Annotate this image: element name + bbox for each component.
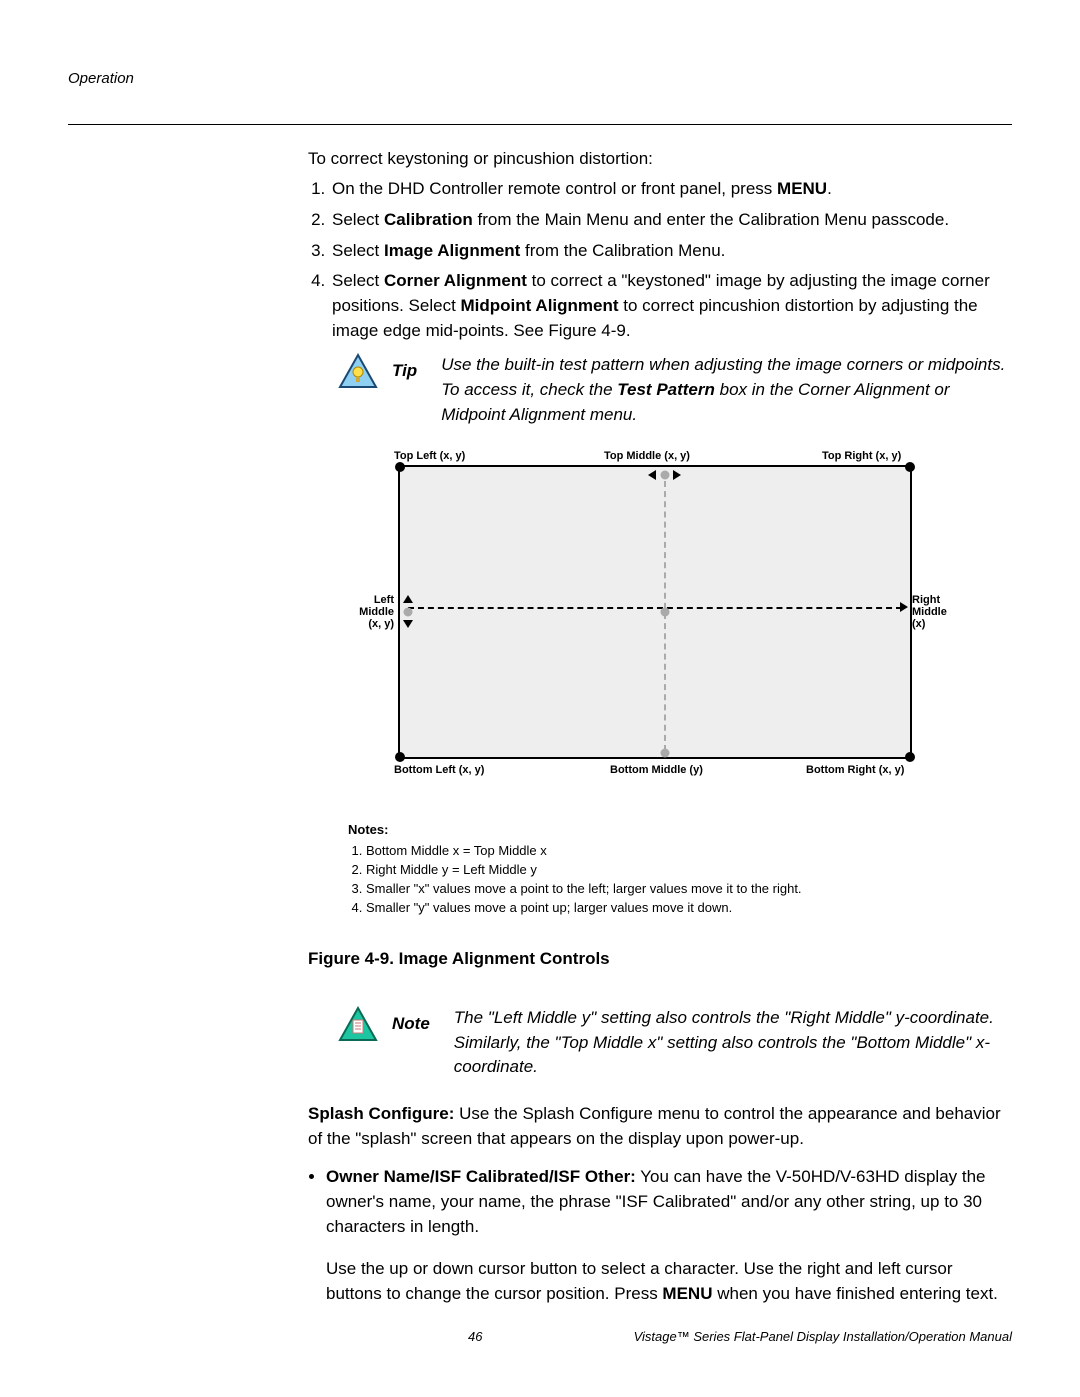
lbl-bottom-right: Bottom Right (x, y) (806, 763, 904, 779)
step-1-post: . (827, 179, 832, 198)
diagram-notes: Notes: Bottom Middle x = Top Middle x Ri… (348, 821, 988, 917)
step-4-b2: Midpoint Alignment (461, 296, 619, 315)
step-1: On the DHD Controller remote control or … (330, 177, 1012, 202)
step-2-post: from the Main Menu and enter the Calibra… (473, 210, 949, 229)
step-3: Select Image Alignment from the Calibrat… (330, 239, 1012, 264)
dot-bottom-left (395, 752, 405, 762)
owner-heading: Owner Name/ISF Calibrated/ISF Other: (326, 1167, 636, 1186)
step-2-b: Calibration (384, 210, 473, 229)
figure-caption: Figure 4-9. Image Alignment Controls (308, 947, 1012, 972)
note-text: The "Left Middle y" setting also control… (454, 1006, 1012, 1080)
lbl-bottom-middle: Bottom Middle (y) (610, 763, 703, 779)
dot-top-right (905, 462, 915, 472)
note-item-2: Right Middle y = Left Middle y (366, 861, 988, 880)
note-icon (338, 1006, 378, 1050)
tip-icon (338, 353, 378, 397)
note-item-3: Smaller "x" values move a point to the l… (366, 880, 988, 899)
dashed-horizontal (408, 607, 902, 609)
step-4-pre: Select (332, 271, 384, 290)
alignment-diagram: Top Left (x, y) Top Middle (x, y) Top Ri… (348, 449, 972, 809)
cursor-para-c: when you have finished entering text. (712, 1284, 997, 1303)
arrow-right-end (900, 602, 908, 612)
arrow-left-up (403, 595, 413, 603)
gdot-center (661, 608, 670, 617)
gdot-top-middle (661, 471, 670, 480)
cursor-para: Use the up or down cursor button to sele… (326, 1257, 1012, 1306)
section-header: Operation (68, 68, 1012, 90)
gdot-left-middle (404, 608, 413, 617)
dot-bottom-right (905, 752, 915, 762)
note-item-4: Smaller "y" values move a point up; larg… (366, 899, 988, 918)
tip-text-b: Test Pattern (617, 380, 715, 399)
step-3-post: from the Calibration Menu. (520, 241, 725, 260)
page-footer: 46 Vistage™ Series Flat-Panel Display In… (68, 1328, 1012, 1347)
lbl-top-left: Top Left (x, y) (394, 449, 465, 465)
tip-label: Tip (392, 353, 417, 389)
arrow-top-right (673, 470, 681, 480)
lbl-top-middle: Top Middle (x, y) (604, 449, 690, 465)
splash-para: Splash Configure: Use the Splash Configu… (308, 1102, 1012, 1151)
lbl-left-middle-3: (x, y) (362, 617, 394, 633)
step-4-b1: Corner Alignment (384, 271, 527, 290)
splash-heading: Splash Configure: (308, 1104, 454, 1123)
step-1-pre: On the DHD Controller remote control or … (332, 179, 777, 198)
arrow-left-down (403, 620, 413, 628)
lbl-bottom-left: Bottom Left (x, y) (394, 763, 484, 779)
cursor-para-b: MENU (662, 1284, 712, 1303)
step-4: Select Corner Alignment to correct a "ke… (330, 269, 1012, 343)
step-3-pre: Select (332, 241, 384, 260)
steps-list: On the DHD Controller remote control or … (308, 177, 1012, 343)
notes-title: Notes: (348, 821, 988, 840)
lbl-right-middle-3: (x) (912, 617, 925, 633)
note-label: Note (392, 1006, 430, 1042)
page-number: 46 (468, 1328, 482, 1347)
step-1-b: MENU (777, 179, 827, 198)
gdot-bottom-middle (661, 749, 670, 758)
owner-bullet: Owner Name/ISF Calibrated/ISF Other: You… (326, 1165, 1012, 1306)
step-3-b: Image Alignment (384, 241, 520, 260)
step-2-pre: Select (332, 210, 384, 229)
intro-text: To correct keystoning or pincushion dist… (308, 147, 1012, 172)
tip-text: Use the built-in test pattern when adjus… (441, 353, 1012, 427)
step-2: Select Calibration from the Main Menu an… (330, 208, 1012, 233)
arrow-top-left (648, 470, 656, 480)
note-item-1: Bottom Middle x = Top Middle x (366, 842, 988, 861)
footer-title: Vistage™ Series Flat-Panel Display Insta… (572, 1328, 1012, 1347)
lbl-top-right: Top Right (x, y) (822, 449, 901, 465)
header-rule (68, 124, 1012, 125)
dot-top-left (395, 462, 405, 472)
